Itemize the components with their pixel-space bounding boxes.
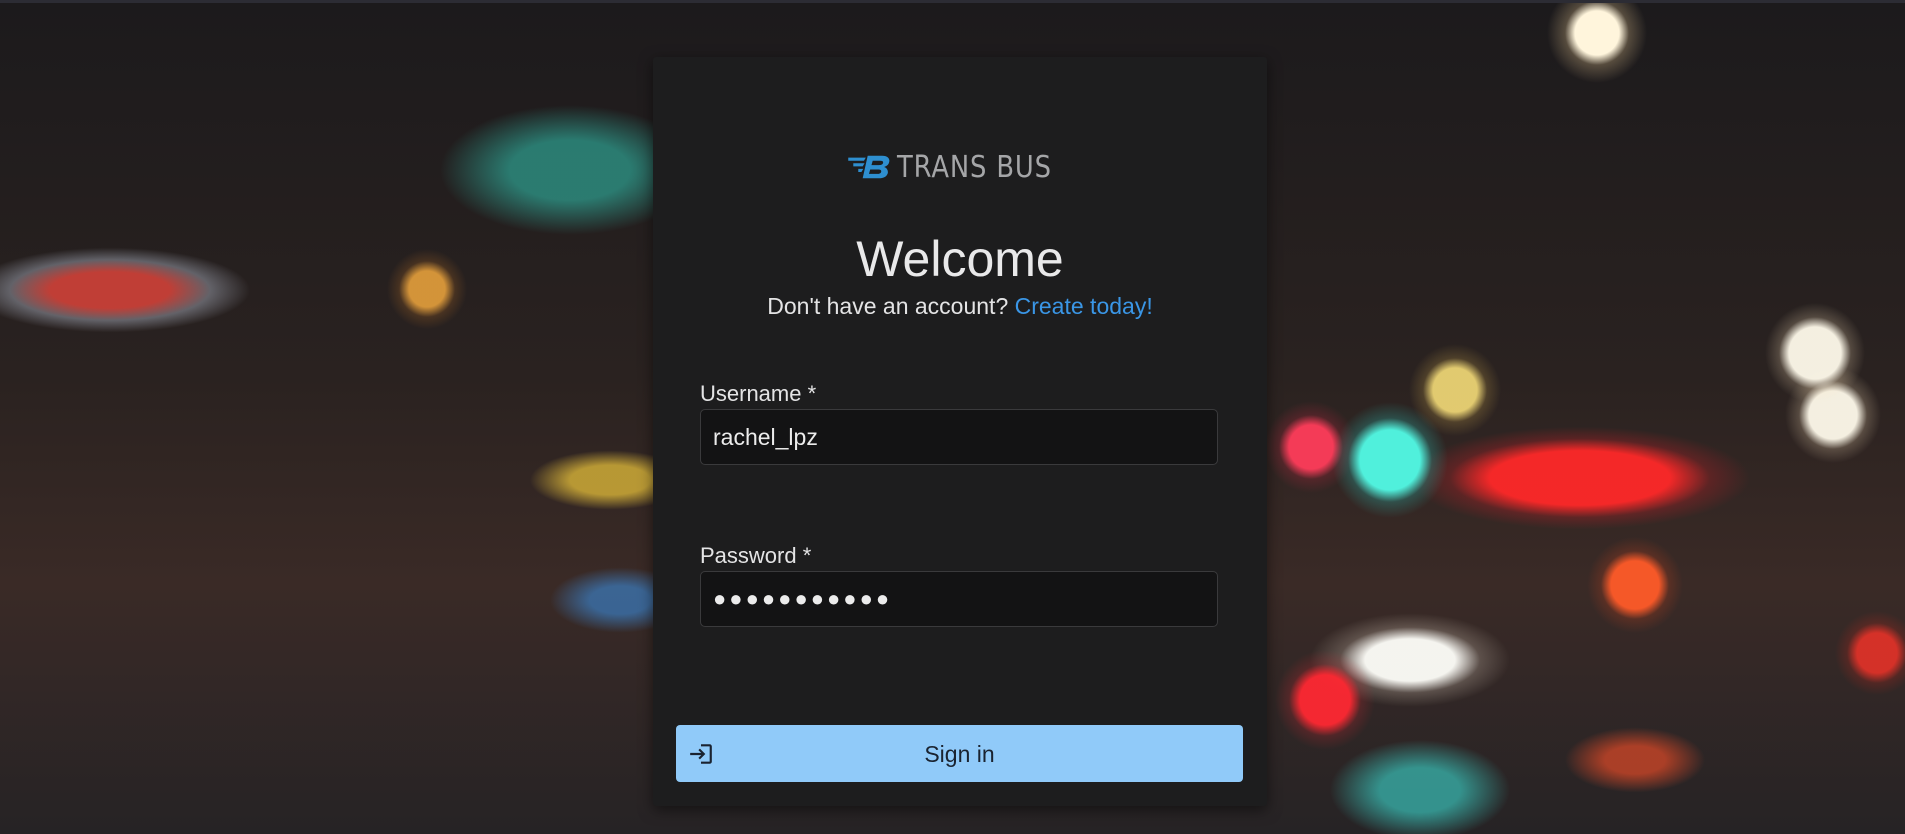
sign-in-button[interactable]: Sign in xyxy=(676,725,1243,782)
sign-in-label: Sign in xyxy=(924,741,995,767)
username-label: Username * xyxy=(700,381,817,406)
signup-prompt: Don't have an account? Create today! xyxy=(653,293,1267,320)
top-border xyxy=(0,0,1905,3)
signup-prompt-text: Don't have an account? xyxy=(767,293,1009,319)
login-card: TRANS BUS Welcome Don't have an account?… xyxy=(653,57,1267,806)
bus-logo-icon xyxy=(848,155,890,179)
page-title: Welcome xyxy=(856,231,1064,287)
create-account-link[interactable]: Create today! xyxy=(1015,293,1153,319)
password-label: Password * xyxy=(700,543,812,568)
brand-name: TRANS BUS xyxy=(896,149,1052,185)
password-input[interactable] xyxy=(700,571,1218,627)
brand-logo: TRANS BUS xyxy=(847,145,1077,189)
username-input[interactable] xyxy=(700,409,1218,465)
